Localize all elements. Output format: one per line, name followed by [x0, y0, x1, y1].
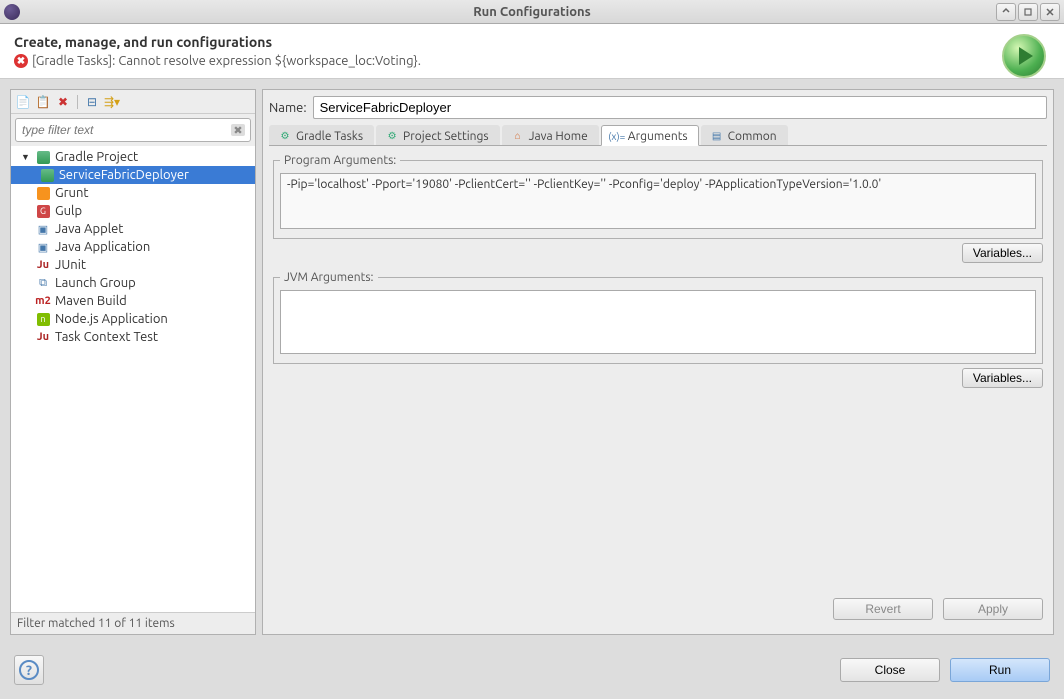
tree-item-junit[interactable]: Ju JUnit — [11, 256, 255, 274]
gradle-tasks-icon: ⚙ — [278, 129, 292, 143]
tree-item-java-applet[interactable]: ▣ Java Applet — [11, 220, 255, 238]
tab-project-settings[interactable]: ⚙ Project Settings — [376, 125, 500, 145]
titlebar: Run Configurations — [0, 0, 1064, 24]
tree-item-task-context-test[interactable]: Ju Task Context Test — [11, 328, 255, 346]
config-tree[interactable]: ▼ Gradle Project ServiceFabricDeployer G… — [11, 146, 255, 612]
close-button[interactable]: Close — [840, 658, 940, 682]
jvm-arguments-label: JVM Arguments: — [280, 271, 378, 284]
tree-item-node-application[interactable]: n Node.js Application — [11, 310, 255, 328]
filter-icon[interactable]: ⇶▾ — [104, 94, 120, 110]
node-icon: n — [37, 313, 50, 326]
maximize-button[interactable] — [1018, 3, 1038, 21]
tab-content-arguments: Program Arguments: Variables... JVM Argu… — [269, 146, 1047, 628]
tab-java-home[interactable]: ⌂ Java Home — [502, 125, 599, 145]
program-arguments-group: Program Arguments: — [273, 154, 1043, 239]
gulp-icon: G — [37, 205, 50, 218]
collapse-all-icon[interactable]: ⊟ — [84, 94, 100, 110]
help-icon: ? — [19, 660, 39, 680]
filter-status: Filter matched 11 of 11 items — [11, 612, 255, 634]
tree-item-launch-group[interactable]: ⧉ Launch Group — [11, 274, 255, 292]
new-config-icon[interactable]: 📄 — [15, 94, 31, 110]
header-pane: Create, manage, and run configurations ✖… — [0, 24, 1064, 79]
error-icon: ✖ — [14, 54, 28, 68]
task-test-icon: Ju — [35, 329, 51, 345]
project-settings-icon: ⚙ — [385, 129, 399, 143]
duplicate-config-icon[interactable]: 📋 — [35, 94, 51, 110]
tree-item-java-application[interactable]: ▣ Java Application — [11, 238, 255, 256]
java-app-icon: ▣ — [35, 239, 51, 255]
filter-input[interactable] — [15, 118, 251, 142]
tree-item-gulp[interactable]: G Gulp — [11, 202, 255, 220]
app-icon — [4, 4, 20, 20]
tab-gradle-tasks[interactable]: ⚙ Gradle Tasks — [269, 125, 374, 145]
program-variables-button[interactable]: Variables... — [962, 243, 1043, 263]
name-input[interactable] — [313, 96, 1047, 119]
common-icon: ▤ — [710, 129, 724, 143]
help-button[interactable]: ? — [14, 655, 44, 685]
gradle-icon — [41, 169, 54, 182]
jvm-variables-button[interactable]: Variables... — [962, 368, 1043, 388]
page-title: Create, manage, and run configurations — [14, 34, 421, 50]
program-arguments-input[interactable] — [280, 173, 1036, 229]
clear-filter-icon[interactable]: ✖ — [231, 124, 245, 136]
tab-arguments[interactable]: (x)= Arguments — [601, 125, 699, 146]
window-title: Run Configurations — [473, 5, 591, 19]
expand-icon[interactable]: ▼ — [21, 152, 31, 162]
error-message: [Gradle Tasks]: Cannot resolve expressio… — [32, 54, 421, 68]
gradle-icon — [37, 151, 50, 164]
jvm-arguments-input[interactable] — [280, 290, 1036, 354]
arguments-icon: (x)= — [610, 129, 624, 143]
tree-item-maven-build[interactable]: m2 Maven Build — [11, 292, 255, 310]
config-sidebar: 📄 📋 ✖ ⊟ ⇶▾ ✖ ▼ Gradle Project Ser — [10, 89, 256, 635]
revert-button[interactable]: Revert — [833, 598, 933, 620]
apply-button[interactable]: Apply — [943, 598, 1043, 620]
tree-item-selected[interactable]: ServiceFabricDeployer — [11, 166, 255, 184]
run-play-icon — [1002, 34, 1046, 78]
maven-icon: m2 — [35, 293, 51, 309]
junit-icon: Ju — [35, 257, 51, 273]
tab-common[interactable]: ▤ Common — [701, 125, 788, 145]
run-button[interactable]: Run — [950, 658, 1050, 682]
tree-item-grunt[interactable]: Grunt — [11, 184, 255, 202]
close-window-button[interactable] — [1040, 3, 1060, 21]
jvm-arguments-group: JVM Arguments: — [273, 271, 1043, 364]
minimize-button[interactable] — [996, 3, 1016, 21]
sidebar-toolbar: 📄 📋 ✖ ⊟ ⇶▾ — [11, 90, 255, 114]
delete-config-icon[interactable]: ✖ — [55, 94, 71, 110]
program-arguments-label: Program Arguments: — [280, 154, 400, 167]
name-label: Name: — [269, 101, 307, 115]
java-applet-icon: ▣ — [35, 221, 51, 237]
grunt-icon — [37, 187, 50, 200]
detail-pane: Name: ⚙ Gradle Tasks ⚙ Project Settings … — [262, 89, 1054, 635]
tabs-bar: ⚙ Gradle Tasks ⚙ Project Settings ⌂ Java… — [269, 125, 1047, 146]
tree-item-gradle-project[interactable]: ▼ Gradle Project — [11, 148, 255, 166]
java-home-icon: ⌂ — [511, 129, 525, 143]
launch-group-icon: ⧉ — [35, 275, 51, 291]
